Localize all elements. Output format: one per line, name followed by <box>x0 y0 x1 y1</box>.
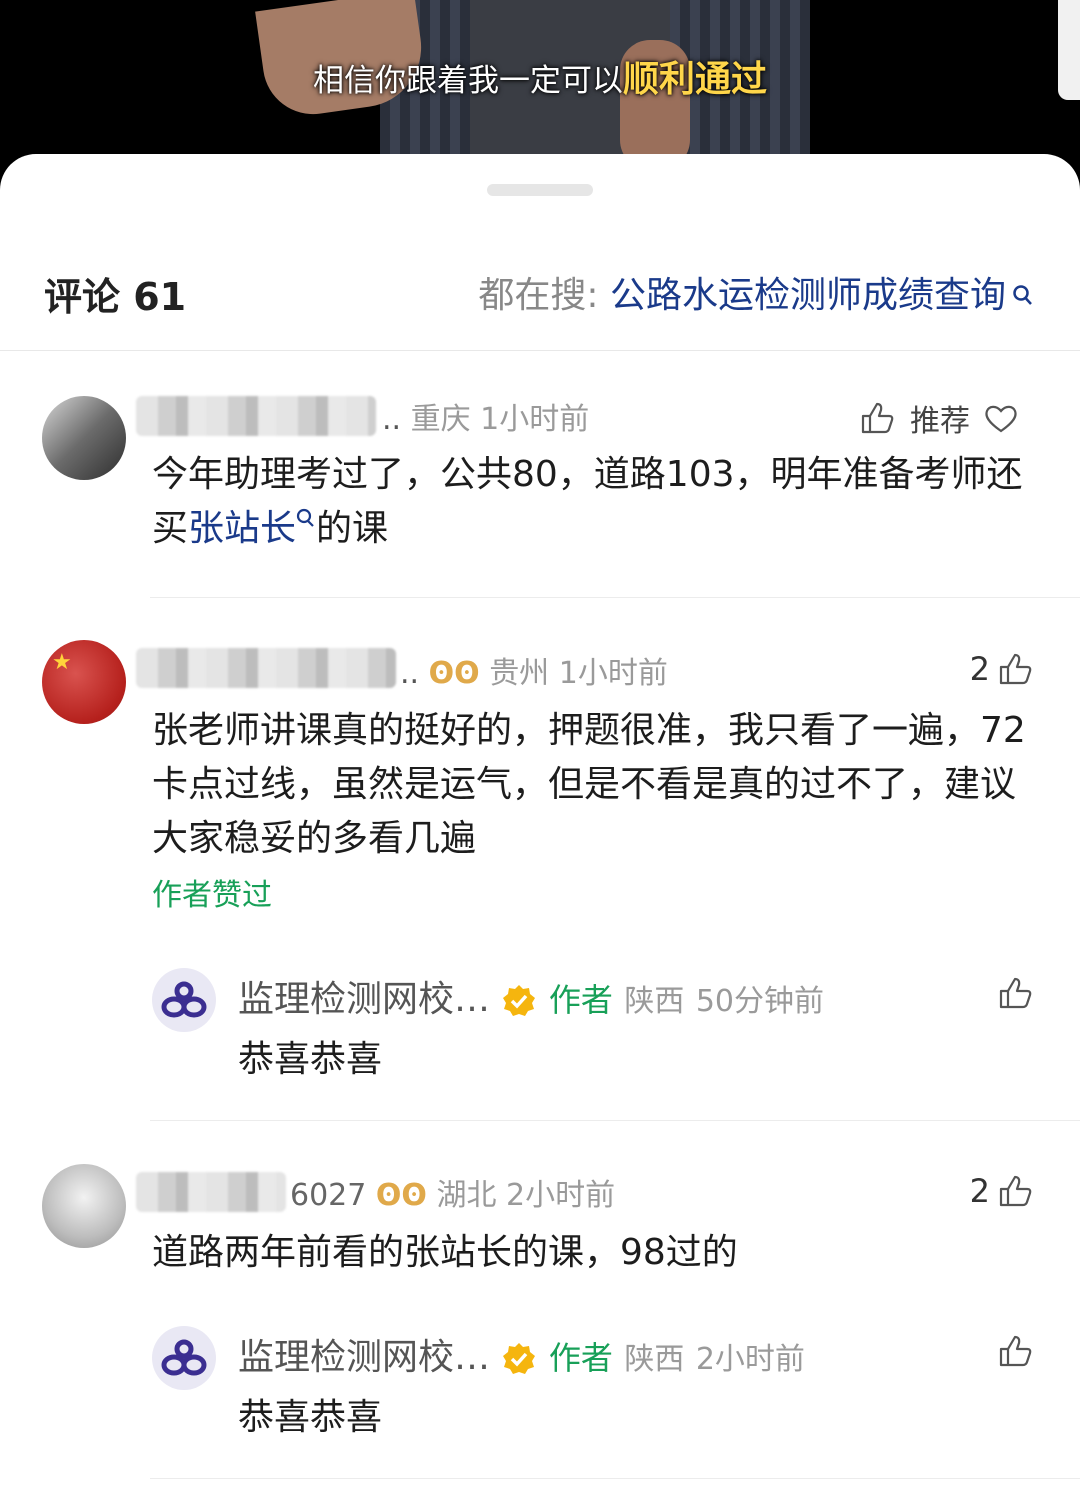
name-ellipsis: .. <box>400 656 420 691</box>
like-count: 2 <box>969 1172 990 1210</box>
comment-actions: 推荐 <box>860 396 1018 440</box>
comment-text: 道路两年前看的张站长的课，98过的 <box>152 1232 738 1273</box>
username-fragment: 6027 <box>290 1178 367 1213</box>
comment-text-part: 的课 <box>316 508 389 549</box>
fan-badge-icon: ʘʘ <box>375 1178 427 1213</box>
recommend-label[interactable]: 推荐 <box>910 396 970 440</box>
comment-time: 2小时前 <box>506 1178 616 1213</box>
comment-divider <box>150 1478 1080 1479</box>
thumbs-up-icon[interactable] <box>860 401 896 435</box>
avatar[interactable] <box>42 1164 126 1248</box>
reply-avatar[interactable] <box>152 1326 216 1390</box>
school-logo-icon <box>161 1339 207 1376</box>
video-player[interactable]: 相信你跟着我一定可以顺利通过 <box>0 0 1080 180</box>
comment-meta: .. ʘʘ 贵州 1小时前 <box>400 648 668 692</box>
heart-icon[interactable] <box>984 403 1018 433</box>
fan-badge-icon: ʘʘ <box>428 656 480 691</box>
reply-time: 50分钟前 <box>695 984 825 1019</box>
username[interactable] <box>136 396 376 436</box>
username[interactable] <box>136 648 396 688</box>
author-liked-label: 作者赞过 <box>152 878 272 913</box>
subtitle-text: 相信你跟着我一定可以 <box>312 63 623 99</box>
comment-text: 今年助理考过了，公共80，道路103，明年准备考师还买张站长 的课 <box>152 448 1042 556</box>
reply-header: 监理检测网校… 作者 陕西 2小时前 <box>238 1328 805 1380</box>
avatar[interactable] <box>42 396 126 480</box>
thumbs-up-icon <box>998 652 1034 686</box>
comment-divider <box>150 1120 1080 1121</box>
thumbs-up-icon <box>998 976 1034 1010</box>
reply-username[interactable]: 监理检测网校… <box>238 979 490 1020</box>
reply-username[interactable]: 监理检测网校… <box>238 1337 490 1378</box>
reply-like-button[interactable] <box>998 1334 1034 1368</box>
reply-header: 监理检测网校… 作者 陕西 50分钟前 <box>238 970 824 1022</box>
header-divider <box>0 350 1080 351</box>
reply-time: 2小时前 <box>695 1342 805 1377</box>
reply-avatar[interactable] <box>152 968 216 1032</box>
subtitle-highlight: 顺利通过 <box>622 59 767 100</box>
search-keyword-link[interactable]: 公路水运检测师成绩查询 <box>610 275 1006 316</box>
reply-location: 陕西 <box>624 984 685 1019</box>
search-prefix: 都在搜: <box>478 275 599 316</box>
like-count: 2 <box>969 650 990 688</box>
thumbs-up-icon <box>998 1334 1034 1368</box>
reply-location: 陕西 <box>624 1342 685 1377</box>
verified-badge-icon <box>501 1341 537 1377</box>
comment-meta: .. 重庆 1小时前 <box>382 394 589 438</box>
comment-time: 1小时前 <box>480 402 590 437</box>
mention-link[interactable]: 张站长 <box>188 508 296 549</box>
reply-text: 恭喜恭喜 <box>238 1039 383 1080</box>
username[interactable] <box>136 1172 286 1212</box>
flag-star-icon: ★ <box>52 650 72 675</box>
author-tag: 作者 <box>548 981 613 1019</box>
search-icon <box>296 508 316 532</box>
trending-search[interactable]: 都在搜: 公路水运检测师成绩查询 <box>478 266 1034 318</box>
reply-like-button[interactable] <box>998 976 1034 1010</box>
comments-count: 评论 61 <box>44 275 187 319</box>
comment-location: 贵州 <box>489 656 550 691</box>
verified-badge-icon <box>501 983 537 1019</box>
comment-location: 重庆 <box>410 402 471 437</box>
comment-meta: 6027 ʘʘ 湖北 2小时前 <box>290 1170 615 1214</box>
thumbs-up-icon <box>998 1174 1034 1208</box>
like-button[interactable]: 2 <box>970 650 1034 688</box>
comment-text: 张老师讲课真的挺好的，押题很准，我只看了一遍，72卡点过线，虽然是运气，但是不看… <box>152 710 1026 859</box>
school-logo-icon <box>161 981 207 1018</box>
comment-divider <box>150 597 1080 598</box>
comments-header: 评论 61 都在搜: 公路水运检测师成绩查询 <box>0 246 1080 336</box>
sheet-drag-handle[interactable] <box>487 184 593 196</box>
name-ellipsis: .. <box>382 402 402 437</box>
comment-sheet: 评论 61 都在搜: 公路水运检测师成绩查询 .. 重庆 1小时前 推荐 今年助… <box>0 154 1080 1501</box>
like-button[interactable]: 2 <box>970 1172 1034 1210</box>
comment-location: 湖北 <box>436 1178 497 1213</box>
search-icon <box>1012 284 1034 310</box>
avatar[interactable]: ★ <box>42 640 126 724</box>
author-tag: 作者 <box>548 1339 613 1377</box>
video-subtitle: 相信你跟着我一定可以顺利通过 <box>0 50 1080 102</box>
comment-time: 1小时前 <box>558 656 668 691</box>
reply-text: 恭喜恭喜 <box>238 1397 383 1438</box>
